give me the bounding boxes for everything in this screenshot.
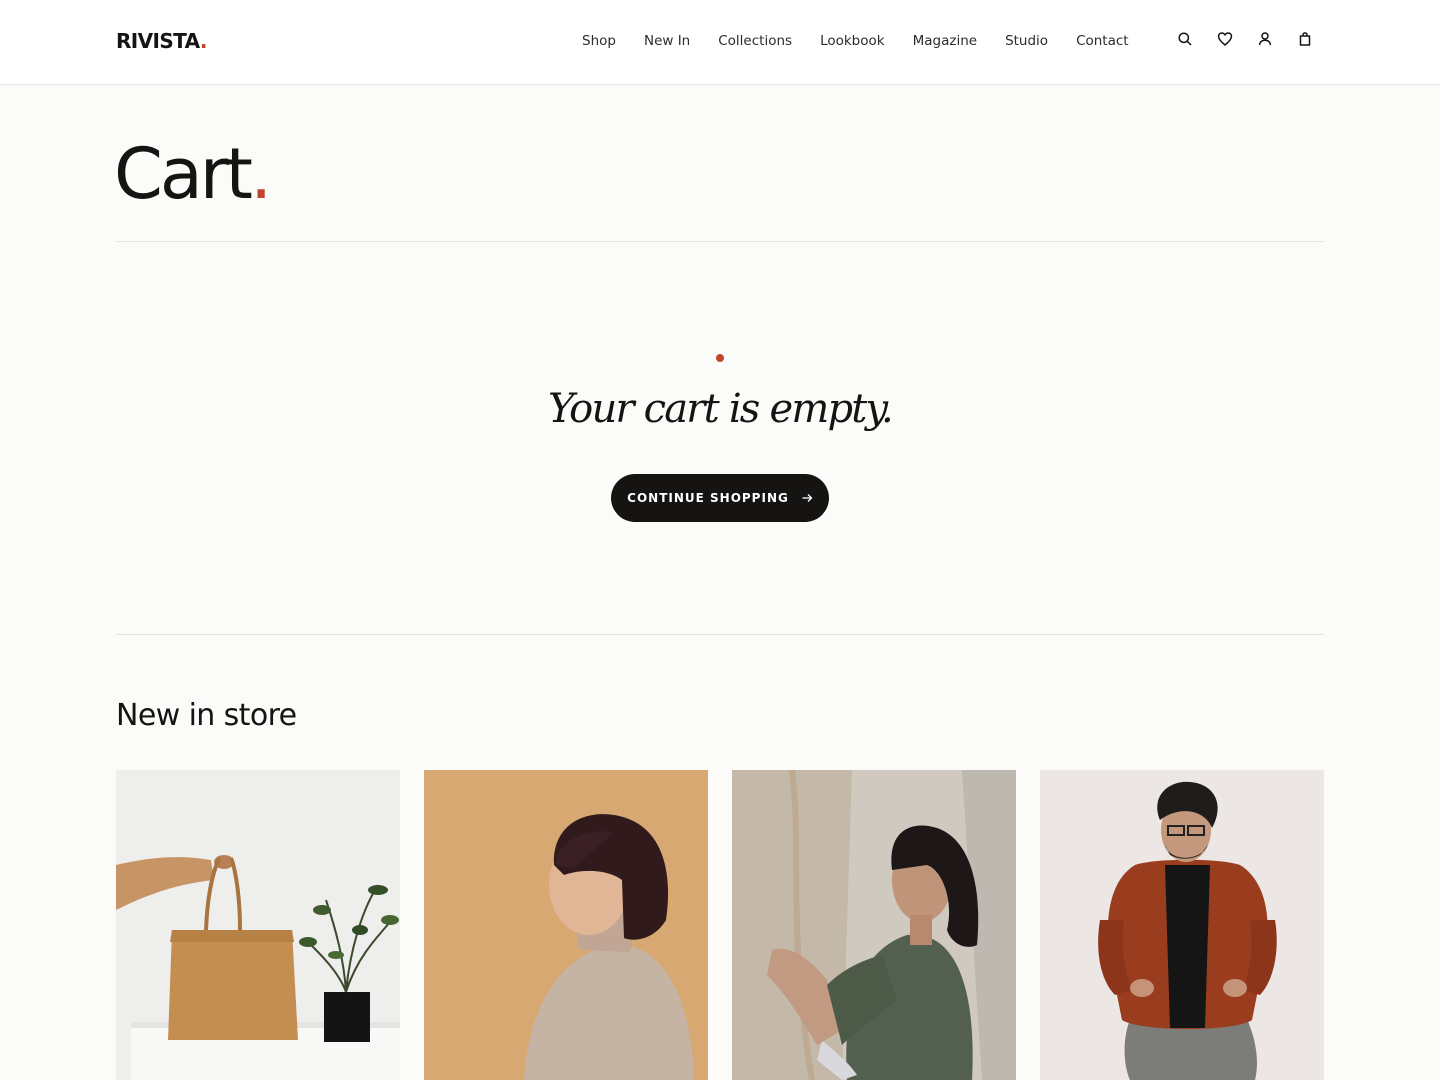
main-nav: Shop New In Collections Lookbook Magazin… [582,33,1129,49]
brand-name: RIVISTA [116,29,201,53]
site-header: RIVISTA. Shop New In Collections Lookboo… [0,0,1440,85]
user-icon[interactable] [1256,30,1274,48]
divider [116,634,1324,635]
product-image-man-jacket [1040,770,1324,1080]
divider [116,241,1324,242]
product-image-woman-sweater [424,770,708,1080]
product-image-tote-bag [116,770,400,1080]
product-card[interactable] [424,770,708,1080]
header-actions [1176,30,1314,48]
nav-item-lookbook[interactable]: Lookbook [820,33,885,49]
brand-logo[interactable]: RIVISTA. [116,29,208,53]
nav-item-new-in[interactable]: New In [644,33,690,49]
continue-shopping-button[interactable]: CONTINUE SHOPPING [611,474,829,522]
product-image-woman-cardigan [732,770,1016,1080]
product-card[interactable] [116,770,400,1080]
product-card[interactable] [732,770,1016,1080]
page-title-dot: . [250,133,272,215]
nav-item-contact[interactable]: Contact [1076,33,1129,49]
empty-state-dot [716,354,724,362]
page-title: Cart. [114,133,272,215]
continue-shopping-label: CONTINUE SHOPPING [627,491,789,505]
arrow-right-icon [802,494,813,502]
product-grid [116,770,1324,1080]
nav-item-collections[interactable]: Collections [718,33,792,49]
brand-dot: . [199,29,208,53]
bag-icon[interactable] [1296,30,1314,48]
heart-icon[interactable] [1216,30,1234,48]
search-icon[interactable] [1176,30,1194,48]
nav-item-shop[interactable]: Shop [582,33,616,49]
nav-item-magazine[interactable]: Magazine [913,33,977,49]
page-title-text: Cart [114,133,253,215]
empty-cart-message: Your cart is empty. [548,386,894,432]
product-card[interactable] [1040,770,1324,1080]
nav-item-studio[interactable]: Studio [1005,33,1048,49]
section-title: New in store [116,698,297,733]
